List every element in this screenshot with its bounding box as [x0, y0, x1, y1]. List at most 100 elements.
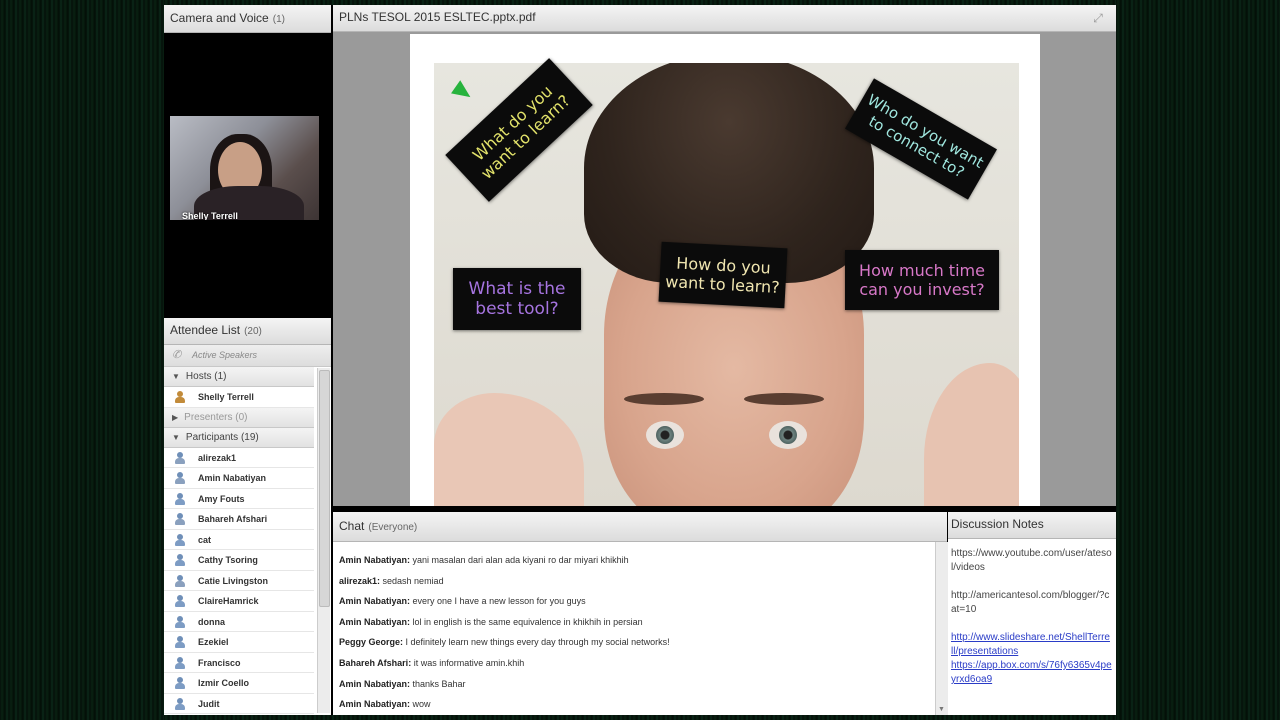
attendee-pod-count: (20) — [244, 326, 262, 337]
note-youtube-url: https://www.youtube.com/user/atesol/vide… — [951, 548, 1112, 573]
participant-row[interactable]: Bahareh Afshari — [164, 509, 314, 530]
chat-text: yani masalan dari alan ada kiyani ro dar… — [410, 555, 629, 565]
fullscreen-icon[interactable]: ⤢ — [1090, 11, 1106, 25]
sign-how-to-learn-text: How do you want to learn? — [664, 253, 781, 297]
photo-left-hand — [434, 393, 584, 506]
webcam-video[interactable]: Shelly Terrell — [170, 116, 319, 220]
chat-message: Amin Nabatiyan: yani masalan dari alan a… — [333, 550, 935, 571]
photo-right-eye — [769, 421, 807, 449]
participant-name: Judit — [198, 698, 220, 709]
camera-pod-header[interactable]: Camera and Voice (1) — [164, 5, 331, 33]
notes-content[interactable]: https://www.youtube.com/user/atesol/vide… — [948, 539, 1116, 715]
chat-message: alirezak1: sedash nemiad — [333, 571, 935, 592]
host-row[interactable]: Shelly Terrell — [164, 387, 314, 408]
participant-row[interactable]: Amin Nabatiyan — [164, 468, 314, 489]
photo-right-brow — [744, 393, 824, 405]
active-speakers-bar: ✆ Active Speakers — [164, 345, 331, 367]
attendee-scrollbar[interactable] — [317, 368, 330, 713]
photo-left-brow — [624, 393, 704, 405]
host-user-icon — [174, 391, 186, 403]
attendee-list: ✆ Active Speakers ▼ Hosts (1) Shelly Terr… — [164, 345, 331, 715]
participant-user-icon — [174, 574, 186, 587]
participant-name: Ezekiel — [198, 637, 229, 647]
notes-pod-title: Discussion Notes — [951, 517, 1044, 531]
sign-how-much-time: How much time can you invest? — [845, 250, 999, 310]
chat-sender: Amin Nabatiyan: — [339, 555, 411, 565]
hosts-group-header[interactable]: ▼ Hosts (1) — [164, 367, 314, 387]
note-slideshare-link[interactable]: http://www.slideshare.net/ShellTerrell/p… — [951, 631, 1112, 659]
attendee-scrollbar-thumb[interactable] — [319, 370, 330, 607]
participant-row[interactable]: Ezekiel — [164, 632, 314, 653]
chat-message: Amin Nabatiyan: thanks Bahar — [333, 674, 935, 695]
participant-row[interactable]: alirezak1 — [164, 448, 314, 468]
presenters-group-header[interactable]: ▶ Presenters (0) — [164, 407, 314, 428]
participant-name: Bahareh Afshari — [198, 514, 268, 524]
chat-text: it was informative amin.khih — [411, 657, 525, 668]
participant-name: Amy Fouts — [198, 493, 245, 504]
chat-message: Bahareh Afshari: it was informative amin… — [333, 653, 935, 674]
participant-name: Francisco — [198, 657, 241, 668]
note-blog-url: http://americantesol.com/blogger/?cat=10 — [951, 590, 1110, 615]
chat-sender: Amin Nabatiyan: — [339, 699, 411, 710]
chat-scrollbar[interactable]: ▼ — [935, 542, 948, 715]
share-pod-header[interactable]: PLNs TESOL 2015 ESLTEC.pptx.pdf ⤢ — [333, 5, 1116, 32]
participant-row[interactable]: donna — [164, 612, 314, 632]
chat-sender: Amin Nabatiyan: — [339, 596, 411, 607]
sign-how-much-time-text: How much time can you invest? — [859, 260, 985, 299]
participant-row[interactable]: Cathy Tsoring — [164, 550, 314, 571]
chat-message: Amin Nabatiyan: every one I have a new l… — [333, 591, 935, 612]
participant-row[interactable]: ClaireHamrick — [164, 591, 314, 612]
participant-user-icon — [174, 595, 186, 607]
sign-best-tool: What is the best tool? — [453, 268, 581, 330]
attendee-pod-header[interactable]: Attendee List (20) — [164, 318, 331, 345]
participant-row[interactable]: Francisco — [164, 653, 314, 673]
background-texture-left — [0, 0, 164, 720]
note-box-link[interactable]: https://app.box.com/s/76fy6365v4peyrxd6o… — [951, 659, 1112, 687]
chat-text: wow — [410, 699, 431, 710]
chat-text: every one I have a new lesson for you gu… — [410, 596, 586, 607]
photo-right-hand — [924, 363, 1019, 506]
share-pod-title: PLNs TESOL 2015 ESLTEC.pptx.pdf — [339, 10, 536, 24]
camera-pod-title: Camera and Voice — [170, 11, 269, 25]
collapse-arrow-icon: ▼ — [172, 432, 180, 442]
photo-left-eye — [646, 421, 684, 449]
participant-name: Izmir Coello — [198, 678, 250, 688]
participant-user-icon — [174, 451, 186, 464]
participant-user-icon — [174, 513, 186, 525]
participant-user-icon — [174, 697, 186, 710]
host-name: Shelly Terrell — [198, 392, 254, 402]
active-speakers-label: Active Speakers — [192, 350, 258, 360]
participant-user-icon — [174, 554, 186, 566]
participant-name: ClaireHamrick — [198, 596, 259, 606]
chat-pod-header[interactable]: Chat (Everyone) — [333, 512, 947, 542]
chat-text: lol in english is the same equivalence i… — [410, 616, 643, 627]
chat-sender: Peggy George: — [339, 637, 404, 648]
participant-name: alirezak1 — [198, 452, 237, 463]
participant-row[interactable]: Catie Livingston — [164, 571, 314, 591]
chat-message: Amin Nabatiyan: wow — [333, 694, 935, 715]
chat-message: Amin Nabatiyan: lol in english is the sa… — [333, 612, 935, 633]
participant-name: Catie Livingston — [198, 575, 269, 586]
chat-sender: Amin Nabatiyan: — [339, 616, 411, 627]
participant-user-icon — [174, 636, 186, 648]
chat-sender: Bahareh Afshari: — [339, 657, 412, 668]
chat-pod-title: Chat — [339, 519, 365, 533]
chat-text: sedash nemiad — [380, 575, 444, 586]
expand-arrow-icon: ▶ — [172, 412, 179, 422]
chat-sender: Amin Nabatiyan: — [339, 678, 411, 689]
participant-user-icon — [174, 472, 186, 484]
participant-row[interactable]: Amy Fouts — [164, 489, 314, 509]
participant-row[interactable]: Izmir Coello — [164, 673, 314, 694]
chat-text: I definitely learn new things every day … — [403, 637, 670, 648]
chat-text: thanks Bahar — [410, 678, 466, 689]
chat-pod-scope: (Everyone) — [368, 522, 418, 533]
notes-pod-header[interactable]: Discussion Notes — [948, 512, 1116, 539]
participant-row[interactable]: cat — [164, 530, 314, 550]
participant-name: donna — [198, 616, 225, 627]
participants-group-header[interactable]: ▼ Participants (19) — [164, 427, 314, 448]
webcam-speaker-name: Shelly Terrell — [182, 211, 238, 220]
sign-best-tool-text: What is the best tool? — [468, 278, 566, 319]
scroll-down-arrow-icon[interactable]: ▼ — [938, 706, 945, 713]
sign-how-to-learn: How do you want to learn? — [658, 241, 788, 309]
participant-row[interactable]: Judit — [164, 694, 314, 714]
